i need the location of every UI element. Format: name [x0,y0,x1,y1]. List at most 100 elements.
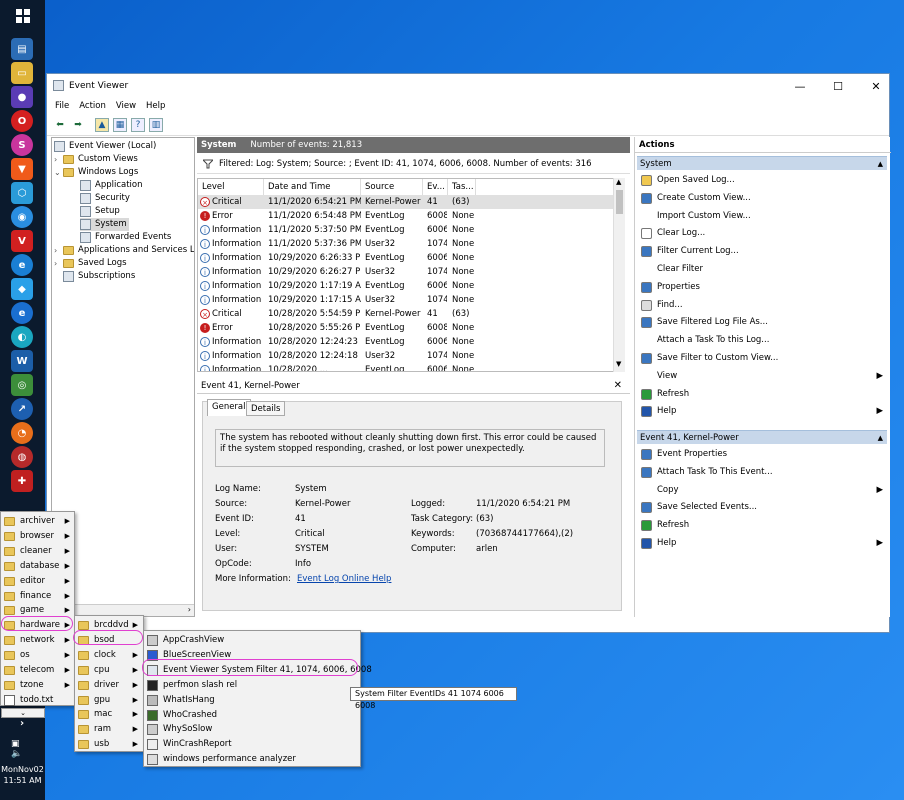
chevron-down-icon[interactable]: ⌄ [54,166,63,179]
menu-item[interactable]: os ▶ [1,648,75,663]
menu-view[interactable]: View [116,101,136,111]
column-header-date[interactable]: Date and Time [264,179,361,195]
help-icon[interactable]: ? [131,117,145,132]
table-row[interactable]: i Information 10/28/2020 12:24:23 ... Event… [198,335,624,349]
taskbar-app-icon[interactable]: ● [11,86,33,108]
collapse-icon[interactable]: ▲ [878,431,883,445]
action-item[interactable]: Help ▶ [637,535,887,552]
menu-item[interactable]: tzone ▶ [1,678,75,693]
forward-arrow-icon[interactable]: ➡ [71,118,85,132]
menu-item[interactable]: telecom ▶ [1,663,75,678]
action-item[interactable]: Copy ▶ [637,482,887,499]
menu-item[interactable]: WhySoSlow [144,722,360,737]
taskbar-app-icon[interactable]: ⬡ [11,182,33,204]
action-item[interactable]: Refresh [637,517,887,534]
minimize-button[interactable]: — [781,74,819,98]
action-item[interactable]: Create Custom View... [637,190,887,207]
tree-item-saved-logs[interactable]: › Saved Logs [54,257,127,270]
chevron-right-icon[interactable]: › [54,244,63,257]
taskbar-app-icon[interactable]: ◍ [11,446,33,468]
menu-item[interactable]: driver ▶ [75,678,143,693]
maximize-button[interactable]: ☐ [819,74,857,98]
table-row[interactable]: i Information 10/29/2020 1:17:15 A... User3… [198,293,624,307]
action-item[interactable]: Attach a Task To this Log... [637,332,887,349]
table-row[interactable]: i Information 11/1/2020 5:37:36 PM User32 10… [198,237,624,251]
menu-item[interactable]: todo.txt [1,693,75,708]
menu-item[interactable]: WhoCrashed [144,708,360,723]
taskbar-app-icon[interactable]: ▤ [11,38,33,60]
menu-item[interactable]: network ▶ [1,633,75,648]
scroll-right-icon[interactable]: › [188,605,191,614]
action-item[interactable]: Find... [637,297,887,314]
tree-item-root[interactable]: Event Viewer (Local) [54,140,156,153]
taskbar-app-icon[interactable]: ◆ [11,278,33,300]
actions-section-system[interactable]: System ▲ [637,156,887,170]
brave-icon[interactable]: ▼ [11,158,33,180]
action-item[interactable]: Event Properties [637,446,887,463]
table-row[interactable]: i Information 10/29/2020 1:17:19 A... Event… [198,279,624,293]
menu-item[interactable]: cleaner ▶ [1,544,75,559]
tree-item-windows-logs[interactable]: ⌄ Windows Logs [54,166,138,179]
chevron-right-icon[interactable]: › [54,153,63,166]
taskbar-app-icon[interactable]: ↗ [11,398,33,420]
tree-item-subscriptions[interactable]: Subscriptions [63,270,135,283]
edge-icon[interactable]: e [11,302,33,324]
action-item[interactable]: Save Filtered Log File As... [637,314,887,331]
chevron-right-icon[interactable]: › [54,257,63,270]
menu-item[interactable]: WhatIsHang [144,693,360,708]
tab-general[interactable]: General [207,399,251,416]
column-header-task[interactable]: Tas... [448,179,476,195]
table-row[interactable]: i Information 10/28/2020 ... EventLog 6006 No… [198,363,624,371]
scroll-up-icon[interactable]: ▲ [616,178,621,186]
vivaldi-icon[interactable]: V [11,230,33,252]
menu-item[interactable]: perfmon slash rel [144,678,360,693]
menu-item[interactable]: finance ▶ [1,589,75,604]
action-item[interactable]: Refresh [637,386,887,403]
tab-details[interactable]: Details [246,401,286,416]
tree-item-setup[interactable]: Setup [80,205,120,218]
close-button[interactable]: ✕ [857,74,895,98]
tree-item-apps-services[interactable]: › Applications and Services Lo [54,244,194,257]
table-row[interactable]: ! Error 11/1/2020 6:54:48 PM EventLog 6008 No… [198,209,624,223]
tree-item-forwarded-events[interactable]: Forwarded Events [80,231,171,244]
action-item[interactable]: Help ▶ [637,403,887,420]
show-hide-tree-icon[interactable]: ▦ [113,117,127,132]
scrollbar-thumb[interactable] [616,190,623,214]
menu-item[interactable]: windows performance analyzer [144,752,360,767]
taskbar-app-icon[interactable]: ◎ [11,374,33,396]
menu-item[interactable]: gpu ▶ [75,693,143,708]
network-volume-icon[interactable]: ▣ 🔈 [11,738,33,760]
events-vertical-scrollbar[interactable]: ▲ ▼ [613,178,625,372]
close-detail-icon[interactable]: ✕ [614,380,622,391]
expand-more-icon[interactable]: ⌄ [1,708,45,718]
up-folder-icon[interactable]: ▲ [95,117,109,132]
menu-item[interactable]: cpu ▶ [75,663,143,678]
action-item[interactable]: View ▶ [637,368,887,385]
show-hide-actions-icon[interactable]: ▥ [149,117,163,132]
clock[interactable]: MonNov02 11:51 AM [0,764,45,786]
menu-item[interactable]: WinCrashReport [144,737,360,752]
menu-item[interactable]: ram ▶ [75,722,143,737]
action-item[interactable]: Clear Filter [637,261,887,278]
menu-item[interactable]: usb ▶ [75,737,143,752]
menu-action[interactable]: Action [79,101,106,111]
table-row[interactable]: ! Error 10/28/2020 5:55:26 PM EventLog 6008 N… [198,321,624,335]
taskbar-app-icon[interactable]: W [11,350,33,372]
menu-file[interactable]: File [55,101,69,111]
menu-item[interactable]: mac ▶ [75,707,143,722]
tree-item-security[interactable]: Security [80,192,130,205]
tree-item-system[interactable]: System [80,218,129,231]
menu-item[interactable]: database ▶ [1,559,75,574]
menu-help[interactable]: Help [146,101,165,111]
table-row[interactable]: × Critical 11/1/2020 6:54:21 PM Kernel-Powe… [198,195,624,209]
menu-item[interactable]: clock ▶ [75,648,143,663]
menu-item[interactable]: editor ▶ [1,574,75,589]
title-bar[interactable]: Event Viewer — ☐ ✕ [47,74,889,98]
action-item[interactable]: Save Filter to Custom View... [637,350,887,367]
column-header-level[interactable]: Level [198,179,264,195]
table-row[interactable]: i Information 11/1/2020 5:37:50 PM EventLog… [198,223,624,237]
start-button[interactable] [0,0,45,32]
action-item[interactable]: Open Saved Log... [637,172,887,189]
table-row[interactable]: × Critical 10/28/2020 5:54:59 PM Kernel-Pow… [198,307,624,321]
menu-item[interactable]: AppCrashView [144,633,360,648]
